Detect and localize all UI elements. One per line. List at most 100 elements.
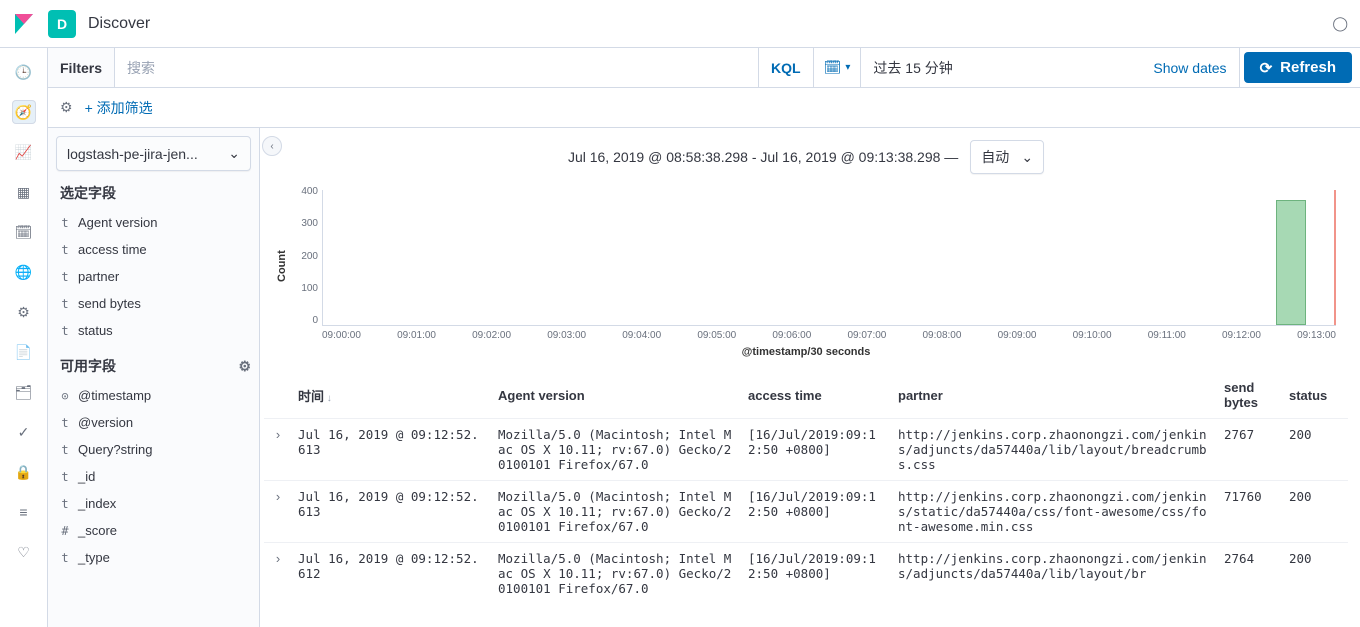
- collapse-sidebar-button[interactable]: ‹: [262, 136, 282, 156]
- nav-visualize-icon[interactable]: 📈: [12, 140, 36, 164]
- app-header: D Discover ◯: [0, 0, 1360, 48]
- field-name: @version: [78, 415, 133, 430]
- y-axis-ticks: 4003002001000: [288, 186, 318, 326]
- column-header[interactable]: send bytes: [1218, 372, 1283, 419]
- cell-agent: Mozilla/5.0 (Macintosh; Intel Mac OS X 1…: [492, 419, 742, 481]
- nav-apm-icon[interactable]: ✓: [12, 420, 36, 444]
- date-picker[interactable]: 🗓 ▾ 过去 15 分钟 Show dates: [814, 48, 1240, 87]
- nav-discover-icon[interactable]: 🧭: [12, 100, 36, 124]
- field-item[interactable]: tsend bytes: [56, 290, 251, 317]
- field-item[interactable]: t _type: [56, 544, 251, 571]
- cell-bytes: 71760: [1218, 481, 1283, 543]
- index-pattern-select[interactable]: logstash-pe-jira-jen... ⌄: [56, 136, 251, 171]
- header-action-icon[interactable]: ◯: [1332, 15, 1348, 32]
- interval-select[interactable]: 自动 ⌄: [970, 140, 1044, 174]
- field-item[interactable]: ⊙ @timestamp: [56, 382, 251, 409]
- field-item[interactable]: tpartner: [56, 263, 251, 290]
- cell-access: [16/Jul/2019:09:12:50 +0800]: [742, 481, 892, 543]
- field-type-icon: t: [60, 297, 70, 311]
- expand-row-button[interactable]: ›: [264, 419, 292, 481]
- filter-row: ⚙ + 添加筛选: [48, 88, 1360, 128]
- plot-area: [322, 190, 1336, 326]
- field-type-icon: t: [60, 270, 70, 284]
- nav-dashboard-icon[interactable]: ▦: [12, 180, 36, 204]
- cell-bytes: 2767: [1218, 419, 1283, 481]
- field-type-icon: t: [60, 470, 70, 484]
- nav-monitoring-icon[interactable]: ♡: [12, 540, 36, 564]
- refresh-label: Refresh: [1280, 59, 1336, 76]
- field-item[interactable]: #_score: [56, 517, 251, 544]
- nav-maps-icon[interactable]: 🌐: [12, 260, 36, 284]
- histogram-bar[interactable]: [1276, 200, 1306, 325]
- selected-fields-heading: 选定字段: [60, 183, 251, 203]
- histogram-chart[interactable]: Count 4003002001000 09:00:0009:01:0009:0…: [260, 186, 1352, 346]
- field-type-icon: t: [60, 216, 70, 230]
- field-item[interactable]: t access time: [56, 236, 251, 263]
- field-name: _score: [78, 523, 117, 538]
- cell-partner: http://jenkins.corp.zhaonongzi.com/jenki…: [892, 481, 1218, 543]
- cell-access: [16/Jul/2019:09:12:50 +0800]: [742, 419, 892, 481]
- x-axis-label: @timestamp/30 seconds: [260, 346, 1352, 364]
- kql-toggle[interactable]: KQL: [759, 48, 814, 87]
- field-type-icon: t: [60, 497, 70, 511]
- field-item[interactable]: t _index: [56, 490, 251, 517]
- cell-time: Jul 16, 2019 @ 09:12:52.612: [292, 543, 492, 605]
- y-axis-label: Count: [276, 186, 288, 346]
- field-item[interactable]: tAgent version: [56, 209, 251, 236]
- cell-status: 200: [1283, 419, 1348, 481]
- field-name: _id: [78, 469, 95, 484]
- show-dates-link[interactable]: Show dates: [1141, 60, 1238, 76]
- field-name: Query?string: [78, 442, 152, 457]
- expand-row-button[interactable]: ›: [264, 481, 292, 543]
- calendar-icon[interactable]: 🗓 ▾: [814, 48, 862, 87]
- search-input[interactable]: [115, 48, 759, 87]
- cell-partner: http://jenkins.corp.zhaonongzi.com/jenki…: [892, 419, 1218, 481]
- now-marker: [1334, 190, 1336, 325]
- field-name: _type: [78, 550, 110, 565]
- expand-row-button[interactable]: ›: [264, 543, 292, 605]
- nav-ml-icon[interactable]: ⚙: [12, 300, 36, 324]
- chart-time-range: Jul 16, 2019 @ 08:58:38.298 - Jul 16, 20…: [568, 149, 958, 165]
- x-axis-ticks: 09:00:0009:01:0009:02:0009:03:0009:04:00…: [322, 330, 1336, 346]
- field-type-icon: t: [60, 324, 70, 338]
- global-nav: 🕒 🧭 📈 ▦ 🗓 🌐 ⚙ 📄 🗂 ✓ 🔒 ≡ ♡: [0, 48, 48, 627]
- page-title: Discover: [88, 15, 150, 33]
- column-header[interactable]: status: [1283, 372, 1348, 419]
- column-header[interactable]: partner: [892, 372, 1218, 419]
- cell-agent: Mozilla/5.0 (Macintosh; Intel Mac OS X 1…: [492, 481, 742, 543]
- field-item[interactable]: t _id: [56, 463, 251, 490]
- available-fields-heading: 可用字段 ⚙: [60, 356, 251, 376]
- filters-label[interactable]: Filters: [48, 48, 115, 87]
- cell-time: Jul 16, 2019 @ 09:12:52.613: [292, 419, 492, 481]
- column-header[interactable]: access time: [742, 372, 892, 419]
- cell-agent: Mozilla/5.0 (Macintosh; Intel Mac OS X 1…: [492, 543, 742, 605]
- field-type-icon: t: [60, 243, 70, 257]
- refresh-button[interactable]: ⟳ Refresh: [1244, 52, 1352, 83]
- table-row: ›Jul 16, 2019 @ 09:12:52.613Mozilla/5.0 …: [264, 419, 1348, 481]
- nav-logs-icon[interactable]: 🗂: [12, 380, 36, 404]
- nav-siem-icon[interactable]: ≡: [12, 500, 36, 524]
- column-header[interactable]: 时间: [292, 372, 492, 419]
- nav-recent-icon[interactable]: 🕒: [12, 60, 36, 84]
- nav-infra-icon[interactable]: 📄: [12, 340, 36, 364]
- chevron-down-icon: ⌄: [228, 145, 240, 162]
- results-pane: Jul 16, 2019 @ 08:58:38.298 - Jul 16, 20…: [260, 128, 1360, 627]
- field-item[interactable]: tQuery?string: [56, 436, 251, 463]
- field-item[interactable]: t@version: [56, 409, 251, 436]
- add-filter-link[interactable]: + 添加筛选: [85, 98, 153, 118]
- interval-label: 自动: [981, 147, 1009, 167]
- chevron-down-icon: ⌄: [1021, 149, 1033, 166]
- nav-uptime-icon[interactable]: 🔒: [12, 460, 36, 484]
- column-header[interactable]: Agent version: [492, 372, 742, 419]
- index-pattern-label: logstash-pe-jira-jen...: [67, 146, 198, 162]
- field-name: access time: [78, 242, 147, 257]
- date-range-text: 过去 15 分钟: [861, 58, 1141, 78]
- field-type-icon: t: [60, 551, 70, 565]
- gear-icon[interactable]: ⚙: [238, 358, 251, 375]
- field-item[interactable]: tstatus: [56, 317, 251, 344]
- field-type-icon: ⊙: [60, 389, 70, 403]
- filter-settings-icon[interactable]: ⚙: [60, 99, 73, 116]
- field-name: _index: [78, 496, 116, 511]
- nav-canvas-icon[interactable]: 🗓: [12, 220, 36, 244]
- field-name: @timestamp: [78, 388, 151, 403]
